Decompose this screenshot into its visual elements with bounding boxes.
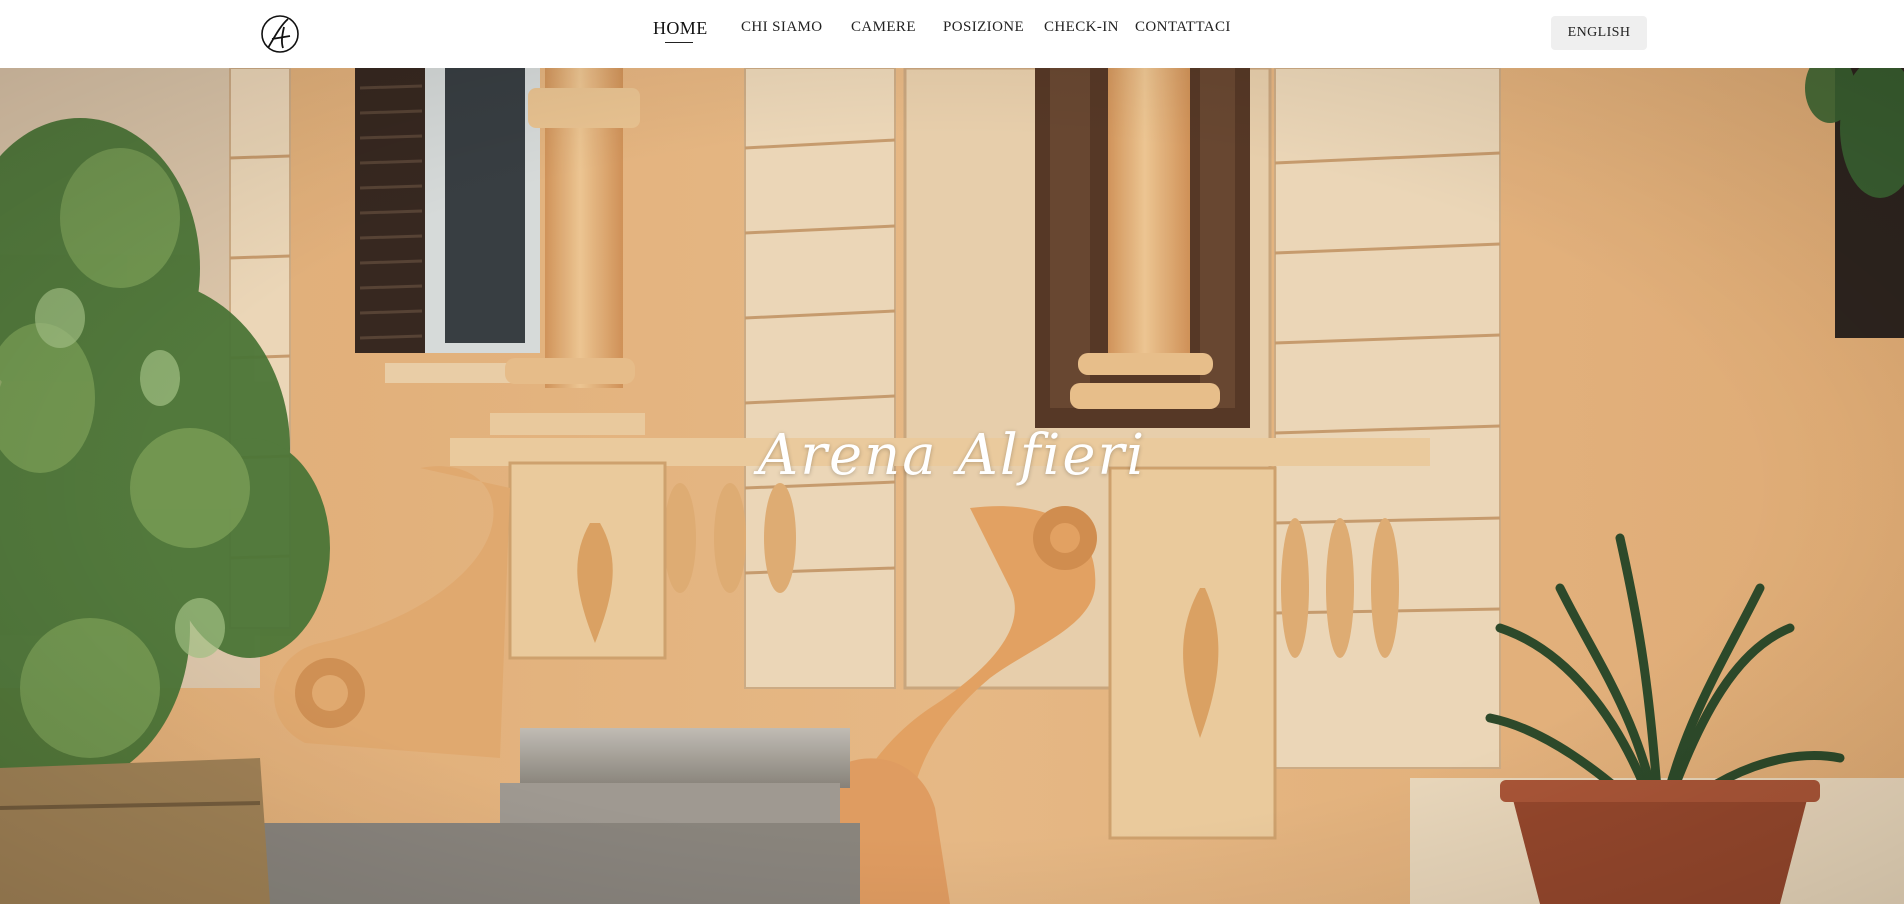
nav-posizione[interactable]: POSIZIONE (943, 19, 1024, 36)
nav-camere[interactable]: CAMERE (851, 19, 916, 36)
hero-section: Arena Alfieri (0, 68, 1904, 904)
site-header: HOME CHI SIAMO CAMERE POSIZIONE CHECK-IN… (0, 0, 1904, 68)
language-switch-button[interactable]: ENGLISH (1551, 16, 1647, 50)
nav-home[interactable]: HOME (653, 18, 708, 39)
nav-contattaci[interactable]: CONTATTACI (1135, 19, 1231, 36)
hero-title: Arena Alfieri (757, 423, 1147, 488)
nav-check-in[interactable]: CHECK-IN (1044, 19, 1119, 36)
active-indicator (665, 42, 693, 43)
nav-chi-siamo[interactable]: CHI SIAMO (741, 19, 823, 36)
